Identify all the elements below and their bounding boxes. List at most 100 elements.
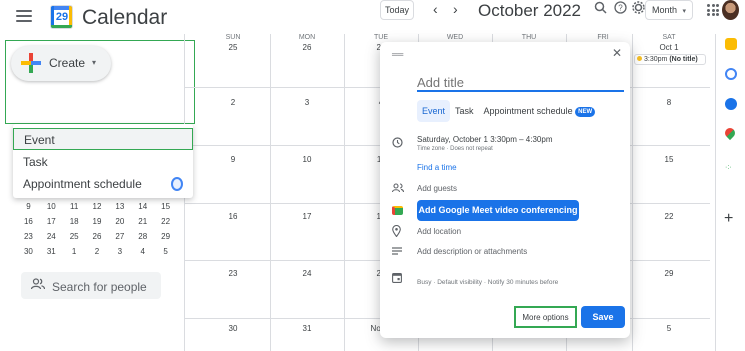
tab-event[interactable]: Event — [417, 100, 451, 122]
chevron-down-icon: ▾ — [92, 58, 97, 67]
day-cell[interactable]: 16 — [196, 212, 270, 221]
add-meet-button[interactable]: Add Google Meet video conferencing — [417, 200, 579, 221]
menu-item-label: Appointment schedule — [23, 177, 142, 191]
drag-handle-icon[interactable]: ══ — [392, 50, 403, 59]
event-date-time[interactable]: Saturday, October 1 3:30pm – 4:30pm — [417, 135, 552, 144]
chevron-right-icon[interactable]: › — [453, 1, 458, 17]
svg-text:?: ? — [618, 4, 623, 13]
day-name-wed: WED — [446, 34, 464, 41]
mini-day[interactable]: 23 — [17, 232, 40, 241]
today-button[interactable]: Today — [380, 0, 414, 20]
event-chip[interactable]: 3:30pm (No title) — [634, 54, 706, 65]
day-cell[interactable]: 31 — [270, 324, 344, 333]
day-cell[interactable]: 9 — [196, 155, 270, 164]
people-icon — [30, 278, 46, 293]
mini-day[interactable]: 21 — [131, 217, 154, 226]
mini-day[interactable]: 12 — [86, 202, 109, 211]
day-cell[interactable]: 23 — [196, 269, 270, 278]
mini-day[interactable]: 24 — [40, 232, 63, 241]
day-cell[interactable]: 26 — [270, 43, 344, 52]
event-title-input[interactable] — [417, 74, 624, 92]
mini-calendar: 9 10 11 12 13 14 15 16 17 18 19 20 21 22… — [17, 199, 177, 259]
mini-day[interactable]: 4 — [131, 247, 154, 256]
add-description-field[interactable]: Add description or attachments — [417, 247, 527, 256]
chevron-left-icon[interactable]: ‹ — [433, 1, 438, 17]
day-cell[interactable]: 24 — [270, 269, 344, 278]
mini-day[interactable]: 3 — [108, 247, 131, 256]
mini-day[interactable]: 9 — [17, 202, 40, 211]
day-cell[interactable]: 15 — [632, 155, 706, 164]
mini-day[interactable]: 10 — [40, 202, 63, 211]
avatar[interactable] — [722, 0, 739, 20]
day-name-thu: THU — [521, 34, 537, 41]
search-people-label: Search for people — [52, 280, 147, 294]
mini-day[interactable]: 17 — [40, 217, 63, 226]
mini-day[interactable]: 14 — [131, 202, 154, 211]
day-name-mon: MON — [298, 34, 316, 41]
busy-visibility-note[interactable]: Busy · Default visibility · Notify 30 mi… — [417, 279, 558, 286]
day-name-fri: FRI — [597, 34, 609, 41]
mini-day[interactable]: 20 — [108, 217, 131, 226]
mini-day[interactable]: 1 — [63, 247, 86, 256]
mini-day[interactable]: 13 — [108, 202, 131, 211]
addon-icon[interactable]: ·:· — [725, 164, 737, 176]
mini-day[interactable]: 11 — [63, 202, 86, 211]
view-select[interactable]: Month ▾ — [645, 0, 693, 20]
mini-day[interactable]: 5 — [154, 247, 177, 256]
mini-day[interactable]: 19 — [86, 217, 109, 226]
menu-item-appointment-schedule[interactable]: Appointment schedule — [13, 173, 193, 195]
day-name-tue: TUE — [374, 34, 388, 41]
add-guests-field[interactable]: Add guests — [417, 184, 457, 193]
day-cell[interactable]: 10 — [270, 155, 344, 164]
mini-day[interactable]: 18 — [63, 217, 86, 226]
day-cell[interactable]: Oct 1 — [632, 43, 706, 52]
menu-item-task[interactable]: Task — [13, 151, 193, 173]
day-cell[interactable]: 25 — [196, 43, 270, 52]
mini-day[interactable]: 27 — [108, 232, 131, 241]
top-bar: 29 Calendar Today ‹ › October 2022 ? Mon… — [0, 0, 745, 34]
day-cell[interactable]: 17 — [270, 212, 344, 221]
apps-grid-icon[interactable] — [707, 4, 719, 16]
mini-day[interactable]: 29 — [154, 232, 177, 241]
clock-icon — [392, 137, 403, 151]
day-cell[interactable]: 2 — [196, 98, 270, 107]
day-cell[interactable]: 8 — [632, 98, 706, 107]
menu-item-event[interactable]: Event — [13, 128, 193, 150]
mini-day[interactable]: 28 — [131, 232, 154, 241]
day-cell[interactable]: 3 — [270, 98, 344, 107]
day-cell[interactable]: 29 — [632, 269, 706, 278]
tasks-icon[interactable] — [725, 68, 737, 80]
find-time-link[interactable]: Find a time — [417, 163, 457, 172]
mini-day[interactable]: 15 — [154, 202, 177, 211]
keep-icon[interactable] — [725, 38, 737, 50]
save-button[interactable]: Save — [581, 306, 625, 328]
contacts-icon[interactable] — [725, 98, 737, 110]
mini-day[interactable]: 31 — [40, 247, 63, 256]
add-location-field[interactable]: Add location — [417, 227, 461, 236]
mini-day[interactable]: 22 — [154, 217, 177, 226]
location-icon — [392, 224, 401, 240]
mini-day[interactable]: 2 — [86, 247, 109, 256]
app-title: Calendar — [82, 6, 168, 29]
tab-task[interactable]: Task — [450, 100, 479, 122]
description-icon — [392, 247, 402, 258]
add-addon-icon[interactable]: + — [724, 210, 733, 228]
day-cell[interactable]: 5 — [632, 324, 706, 333]
mini-day[interactable]: 30 — [17, 247, 40, 256]
day-cell[interactable]: 30 — [196, 324, 270, 333]
create-button[interactable]: Create ▾ — [11, 46, 111, 81]
mini-day[interactable]: 25 — [63, 232, 86, 241]
search-people-input[interactable]: Search for people — [21, 272, 161, 299]
main-menu-icon[interactable] — [16, 10, 32, 22]
maps-icon[interactable] — [722, 125, 738, 141]
gear-icon[interactable] — [632, 1, 645, 17]
tab-appointment-schedule[interactable]: Appointment schedule NEW — [479, 100, 601, 122]
search-icon[interactable] — [594, 1, 607, 17]
mini-day[interactable]: 16 — [17, 217, 40, 226]
day-cell[interactable]: 22 — [632, 212, 706, 221]
help-icon[interactable]: ? — [614, 1, 627, 17]
more-options-button[interactable]: More options — [514, 306, 577, 328]
mini-day[interactable]: 26 — [86, 232, 109, 241]
timezone-note[interactable]: Time zone · Does not repeat — [417, 146, 493, 152]
close-icon[interactable]: ✕ — [612, 46, 622, 60]
